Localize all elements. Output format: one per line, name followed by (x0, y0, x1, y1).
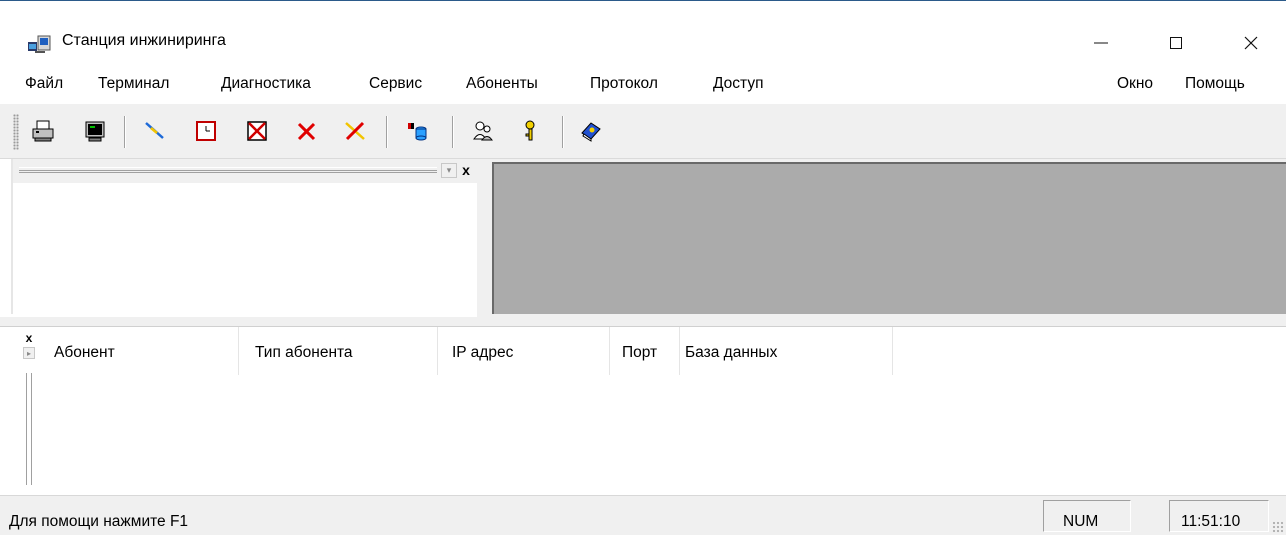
menu-file[interactable]: Файл (25, 75, 63, 93)
num-lock-indicator: NUM (1043, 500, 1131, 532)
delete-icon (297, 122, 316, 141)
toolbar-grip[interactable] (13, 114, 19, 150)
toolbar (0, 103, 1286, 159)
terminal-button[interactable] (80, 116, 110, 146)
column-header-subscriber-type[interactable]: Тип абонента (239, 327, 438, 375)
clock-button[interactable] (191, 116, 221, 146)
num-lock-label: NUM (1063, 513, 1099, 530)
maximize-button[interactable] (1153, 20, 1199, 66)
bottom-dock-close-button[interactable]: x (22, 331, 36, 345)
left-dock-close-button[interactable]: x (458, 162, 474, 178)
menu-terminal[interactable]: Терминал (98, 75, 169, 93)
menu-subscribers[interactable]: Абоненты (466, 75, 538, 93)
window-title: Станция инжиниринга (62, 32, 226, 49)
left-dock-menu-button[interactable]: ▾ (441, 163, 457, 178)
subscribers-panel: x ▸ Абонент Тип абонента IP адрес Порт Б… (0, 327, 1286, 495)
column-header-subscriber[interactable]: Абонент (36, 327, 239, 375)
database-icon (408, 123, 427, 141)
close-icon: x (25, 331, 33, 345)
left-dock-grip (19, 167, 437, 173)
minimize-button[interactable] (1078, 20, 1124, 66)
column-header-label: Порт (622, 344, 658, 361)
app-window: Станция инжиниринга Файл Терминал Диагно… (0, 0, 1286, 535)
clock-icon (196, 121, 216, 141)
menu-protocol[interactable]: Протокол (590, 75, 658, 93)
key-icon (525, 120, 535, 141)
column-header-ip-address[interactable]: IP адрес (438, 327, 610, 375)
resize-grip[interactable] (1272, 521, 1284, 533)
toolbar-separator (386, 116, 388, 148)
menu-bar: Файл Терминал Диагностика Сервис Абонент… (0, 67, 1286, 101)
clock-pane: 11:51:10 (1169, 500, 1269, 532)
close-button[interactable] (1228, 20, 1274, 66)
close-icon: x (462, 162, 470, 178)
toolbar-separator (562, 116, 564, 148)
column-header-label: Абонент (54, 344, 115, 361)
clock-time: 11:51:10 (1181, 513, 1241, 530)
menu-diagnostics[interactable]: Диагностика (221, 75, 311, 93)
title-bar: Станция инжиниринга (0, 2, 1286, 66)
access-key-button[interactable] (515, 116, 545, 146)
menu-window[interactable]: Окно (1117, 75, 1153, 93)
app-icon (28, 35, 51, 53)
break-link-button[interactable] (340, 116, 370, 146)
chevron-down-icon: ▾ (446, 165, 452, 175)
delete-button[interactable] (292, 116, 322, 146)
break-link-icon (345, 121, 365, 141)
print-button[interactable] (28, 116, 58, 146)
users-button[interactable] (468, 116, 498, 146)
connect-button[interactable] (140, 116, 170, 146)
column-header-port[interactable]: Порт (610, 327, 680, 375)
close-icon (1244, 36, 1258, 50)
menu-service[interactable]: Сервис (369, 75, 422, 93)
left-dock-caption[interactable]: ▾ x (13, 159, 479, 183)
column-header-label: IP адрес (452, 344, 514, 361)
bottom-dock-grip (26, 373, 32, 485)
help-button[interactable] (576, 116, 606, 146)
terminal-icon (85, 121, 105, 142)
users-icon (473, 121, 493, 141)
bottom-dock-expand-button[interactable]: ▸ (23, 347, 35, 359)
column-header-label: База данных (685, 344, 778, 361)
minimize-icon (1094, 42, 1108, 44)
menu-help[interactable]: Помощь (1185, 75, 1245, 93)
printer-icon (32, 120, 54, 142)
disconnect-icon (247, 121, 267, 141)
left-dock-panel: ▾ x (11, 159, 479, 314)
toolbar-separator (124, 116, 126, 148)
column-header-database[interactable]: База данных (680, 327, 893, 375)
mdi-client-area (485, 159, 1286, 317)
bottom-dock-caption[interactable]: x ▸ (10, 327, 36, 495)
disconnect-button[interactable] (242, 116, 272, 146)
status-message: Для помощи нажмите F1 (9, 513, 189, 530)
database-button[interactable] (402, 116, 432, 146)
mdi-workspace[interactable] (492, 162, 1286, 314)
help-book-icon (581, 122, 601, 142)
column-header-label: Тип абонента (255, 344, 353, 361)
vertical-splitter[interactable] (477, 159, 485, 317)
chevron-right-icon: ▸ (26, 348, 31, 358)
maximize-icon (1170, 37, 1182, 49)
toolbar-separator (452, 116, 454, 148)
menu-access[interactable]: Доступ (713, 75, 763, 93)
horizontal-splitter[interactable] (0, 317, 1286, 327)
connect-icon (145, 122, 164, 139)
status-bar: Для помощи нажмите F1 NUM 11:51:10 (0, 495, 1286, 535)
